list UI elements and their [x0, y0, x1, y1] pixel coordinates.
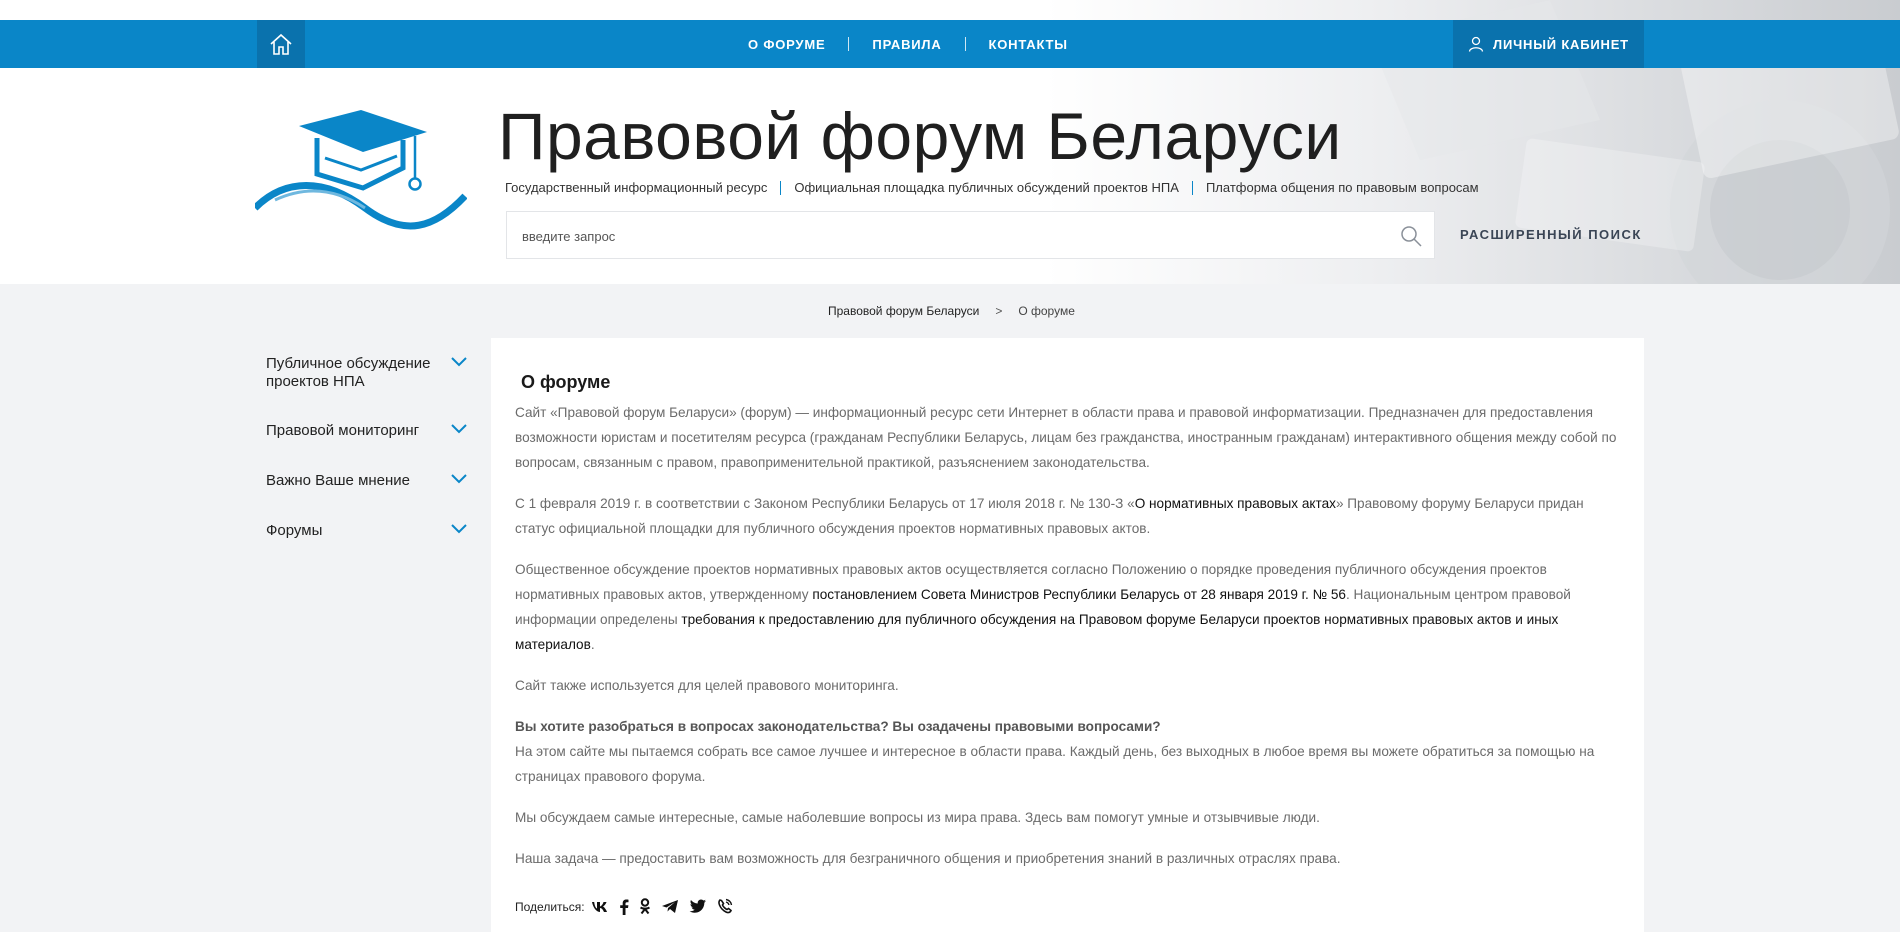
- tagline: Платформа общения по правовым вопросам: [1205, 180, 1479, 195]
- paragraph: С 1 февраля 2019 г. в соответствии с Зак…: [515, 491, 1620, 541]
- top-navigation-bar: О ФОРУМЕ ПРАВИЛА КОНТАКТЫ ЛИЧНЫЙ КАБИНЕТ: [0, 20, 1900, 68]
- paragraph: Мы обсуждаем самые интересные, самые наб…: [515, 810, 1320, 825]
- sidebar-item-label: Правовой мониторинг: [266, 422, 420, 439]
- chevron-down-icon[interactable]: [450, 356, 468, 368]
- personal-account-label: ЛИЧНЫЙ КАБИНЕТ: [1493, 36, 1629, 52]
- search-input[interactable]: [520, 212, 1384, 260]
- chevron-down-icon[interactable]: [450, 423, 468, 435]
- tagline-divider: [780, 180, 782, 195]
- paragraph: Сайт также используется для целей правов…: [515, 678, 899, 693]
- nav-divider: [964, 37, 966, 51]
- taglines: Государственный информационный ресурс Оф…: [505, 180, 1479, 195]
- nav-link-about[interactable]: О ФОРУМЕ: [748, 37, 825, 52]
- breadcrumb: Правовой форум Беларуси > О форуме: [828, 304, 1075, 318]
- article-body: Сайт «Правовой форум Беларуси» (форум) —…: [515, 400, 1620, 887]
- sidebar-item-forums[interactable]: Форумы: [266, 522, 476, 540]
- law-link[interactable]: О нормативных правовых актах: [1135, 496, 1336, 511]
- sidebar-item-label: Важно Ваше мнение: [266, 472, 411, 489]
- resolution-link[interactable]: постановлением Совета Министров Республи…: [812, 587, 1346, 602]
- sidebar-item-label: Публичное обсуждение проектов НПА: [266, 355, 431, 390]
- nav-link-contacts[interactable]: КОНТАКТЫ: [989, 37, 1068, 52]
- paragraph-text: .: [590, 637, 595, 652]
- tagline-divider: [1191, 180, 1193, 195]
- paragraph-question: Вы хотите разобраться в вопросах законод…: [515, 719, 1161, 734]
- site-title: Правовой форум Беларуси: [498, 99, 1342, 173]
- twitter-icon[interactable]: [689, 899, 707, 914]
- paragraph: Общественное обсуждение проектов нормати…: [515, 557, 1620, 657]
- breadcrumb-home-link[interactable]: Правовой форум Беларуси: [828, 304, 979, 318]
- share-bar: Поделиться:: [515, 898, 743, 915]
- main-content: О форуме Сайт «Правовой форум Беларуси» …: [491, 338, 1644, 932]
- sidebar-item-your-opinion[interactable]: Важно Ваше мнение: [266, 472, 476, 490]
- nav-divider: [848, 37, 850, 51]
- vk-icon[interactable]: [591, 901, 609, 913]
- main-nav: О ФОРУМЕ ПРАВИЛА КОНТАКТЫ: [748, 20, 1068, 68]
- sidebar-item-public-discussion[interactable]: Публичное обсуждение проектов НПА: [266, 355, 476, 391]
- chevron-down-icon[interactable]: [450, 473, 468, 485]
- user-icon: [1468, 36, 1484, 52]
- page-title: О форуме: [521, 372, 611, 392]
- nav-link-rules[interactable]: ПРАВИЛА: [872, 37, 941, 52]
- paragraph: Наша задача — предоставить вам возможнос…: [515, 851, 1341, 866]
- paragraph-text: С 1 февраля 2019 г. в соответствии с Зак…: [515, 496, 1135, 511]
- paragraph: Вы хотите разобраться в вопросах законод…: [515, 714, 1620, 789]
- personal-account-button[interactable]: ЛИЧНЫЙ КАБИНЕТ: [1453, 20, 1644, 68]
- telegram-icon[interactable]: [661, 899, 679, 914]
- breadcrumb-current: О форуме: [1018, 304, 1075, 318]
- home-icon: [270, 33, 292, 55]
- advanced-search-link[interactable]: РАСШИРЕННЫЙ ПОИСК: [1460, 227, 1642, 242]
- tagline: Официальная площадка публичных обсуждени…: [794, 180, 1179, 195]
- search-icon[interactable]: [1400, 225, 1422, 247]
- home-button[interactable]: [257, 20, 305, 68]
- chevron-down-icon[interactable]: [450, 523, 468, 535]
- breadcrumb-separator: >: [995, 304, 1003, 318]
- sidebar-item-legal-monitoring[interactable]: Правовой мониторинг: [266, 422, 476, 440]
- sidebar-item-label: Форумы: [266, 522, 323, 539]
- search-box: [506, 211, 1435, 260]
- paragraph-text: На этом сайте мы пытаемся собрать все са…: [515, 744, 1595, 784]
- forum-logo[interactable]: [255, 108, 467, 232]
- odnoklassniki-icon[interactable]: [639, 898, 651, 915]
- facebook-icon[interactable]: [619, 899, 629, 915]
- paragraph: Сайт «Правовой форум Беларуси» (форум) —…: [515, 405, 1617, 470]
- share-label: Поделиться:: [515, 899, 585, 914]
- viber-icon[interactable]: [717, 898, 733, 915]
- tagline: Государственный информационный ресурс: [505, 180, 768, 195]
